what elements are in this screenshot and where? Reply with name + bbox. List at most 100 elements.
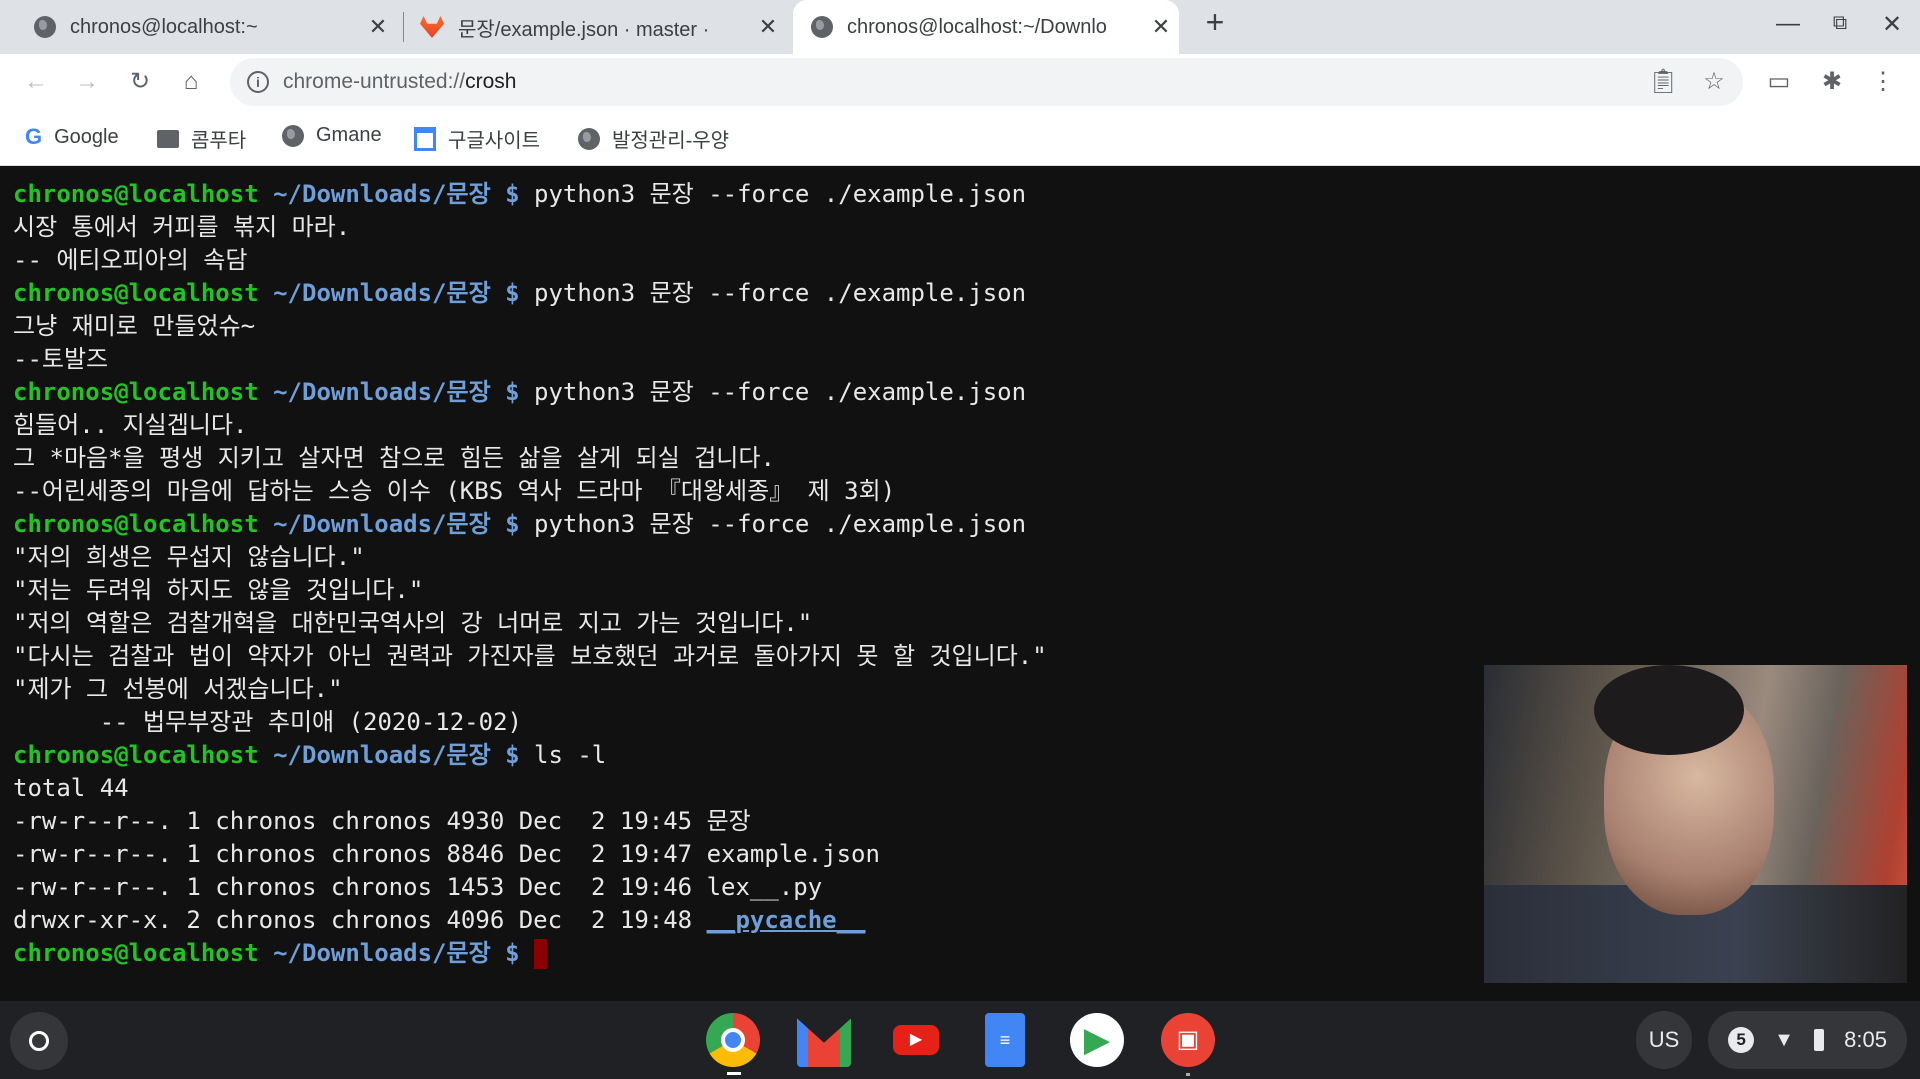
notification-count-badge: 5 [1728, 1027, 1755, 1053]
docs-icon[interactable]: ≡ [985, 1013, 1025, 1067]
minimize-button[interactable]: — [1771, 10, 1805, 38]
prompt-path: ~/Downloads/문장 $ [273, 279, 520, 307]
play-store-icon[interactable]: ▶ [1070, 1013, 1124, 1067]
bookmark-label: Gmane [316, 124, 382, 146]
globe-icon [578, 127, 600, 150]
output-text: 그 *마음*을 평생 지키고 살자면 참으로 힘든 삶을 살게 되실 겁니다. [13, 444, 775, 472]
bookmark-gmane[interactable]: Gmane [282, 124, 382, 147]
output-line: "저의 역할은 검찰개혁을 대한민국역사의 강 너머로 지고 가는 것입니다." [13, 607, 1920, 640]
bookmark-folder[interactable]: 콤푸타 [157, 124, 246, 153]
output-text: "다시는 검찰과 법이 약자가 아닌 권력과 가진자를 보호했던 과거로 돌아가… [13, 642, 1047, 670]
close-tab-icon[interactable]: ✕ [750, 14, 786, 40]
google-icon: G [25, 124, 43, 149]
home-button[interactable]: ⌂ [173, 64, 209, 100]
clipboard-icon[interactable]: 📋︎ [1645, 64, 1681, 100]
tab-terminal-downloads[interactable]: chronos@localhost:~/Downlo ✕ [793, 0, 1179, 54]
output-text: 힘들어.. 지실겝니다. [13, 411, 248, 439]
screencast-icon[interactable]: ▣ [1161, 1013, 1215, 1067]
globe-icon [811, 16, 833, 38]
gitlab-icon [420, 16, 444, 38]
address-bar[interactable]: i chrome-untrusted://crosh 📋︎ ☆ [230, 58, 1743, 106]
bookmark-star-icon[interactable]: ☆ [1696, 64, 1732, 100]
url-text[interactable]: chrome-untrusted://crosh [283, 70, 516, 94]
output-text: -rw-r--r--. 1 chronos chronos 1453 Dec 2… [13, 873, 823, 901]
chrome-icon[interactable] [706, 1013, 760, 1067]
bookmark-balgeong[interactable]: 발정관리-우양 [578, 124, 729, 153]
tab-search-icon[interactable]: ▭ [1761, 64, 1797, 100]
output-line: --토발즈 [13, 343, 1920, 376]
shelf: ▶ ≡ ▶ ▣ US 5 ▼ 8:05 [0, 1001, 1920, 1079]
video-frame-hair [1594, 665, 1744, 755]
output-text: -- 에티오피아의 속담 [13, 246, 248, 274]
youtube-icon[interactable]: ▶ [893, 1025, 939, 1055]
tab-gitlab[interactable]: 문장/example.json · master · ✕ [410, 0, 786, 54]
command-text: python3 문장 --force ./example.json [519, 510, 1027, 538]
globe-icon [34, 16, 56, 38]
bookmark-label: 발정관리-우양 [612, 130, 730, 152]
bookmark-google-sites[interactable]: 구글사이트 [414, 124, 540, 153]
restore-button[interactable]: ⧉ [1823, 12, 1857, 35]
output-line: "저는 두려워 하지도 않을 것입니다." [13, 574, 1920, 607]
output-text: -rw-r--r--. 1 chronos chronos 4930 Dec 2… [13, 807, 751, 835]
tab-terminal-home[interactable]: chronos@localhost:~ ✕ [24, 0, 396, 54]
prompt-user: chronos@localhost [13, 510, 259, 538]
forward-button[interactable]: → [69, 64, 105, 100]
url-host: crosh [465, 70, 517, 93]
info-icon[interactable]: i [247, 71, 269, 93]
extensions-puzzle-icon[interactable]: ✱ [1814, 64, 1850, 100]
prompt-path: ~/Downloads/문장 $ [273, 741, 520, 769]
prompt-line: chronos@localhost ~/Downloads/문장 $ pytho… [13, 508, 1920, 541]
output-text: -rw-r--r--. 1 chronos chronos 8846 Dec 2… [13, 840, 880, 868]
new-tab-button[interactable]: + [1198, 4, 1232, 41]
directory-name: __pycache__ [706, 906, 866, 934]
command-text: python3 문장 --force ./example.json [519, 378, 1027, 406]
output-text: drwxr-xr-x. 2 chronos chronos 4096 Dec 2… [13, 906, 707, 934]
reload-button[interactable]: ↻ [122, 64, 158, 100]
command-text [520, 939, 534, 967]
bookmarks-bar: G Google 콤푸타 Gmane 구글사이트 발정관리-우양 [0, 110, 1920, 166]
gmail-icon[interactable] [797, 1018, 851, 1067]
bookmark-label: 구글사이트 [448, 130, 540, 152]
tab-title: chronos@localhost:~ [70, 15, 258, 38]
picture-in-picture-video[interactable] [1484, 665, 1907, 983]
prompt-path: ~/Downloads/문장 $ [273, 180, 520, 208]
globe-icon [282, 124, 304, 147]
prompt-path: ~/Downloads/문장 $ [273, 510, 520, 538]
status-area[interactable]: 5 ▼ 8:05 [1708, 1011, 1907, 1069]
output-line: 시장 통에서 커피를 볶지 마라. [13, 211, 1920, 244]
prompt-user: chronos@localhost [13, 939, 259, 967]
output-text: "저의 역할은 검찰개혁을 대한민국역사의 강 너머로 지고 가는 것입니다." [13, 609, 813, 637]
bookmark-label: 콤푸타 [191, 130, 247, 152]
folder-icon [157, 129, 179, 148]
output-text: 시장 통에서 커피를 볶지 마라. [13, 213, 351, 241]
close-tab-icon[interactable]: ✕ [1143, 14, 1179, 40]
output-line: 그 *마음*을 평생 지키고 살자면 참으로 힘든 삶을 살게 되실 겁니다. [13, 442, 1920, 475]
output-line: 힘들어.. 지실겝니다. [13, 409, 1920, 442]
command-text: python3 문장 --force ./example.json [519, 180, 1027, 208]
tab-divider [403, 12, 404, 42]
output-text: "저의 희생은 무섭지 않습니다." [13, 543, 365, 571]
menu-icon[interactable]: ⋮ [1865, 64, 1901, 100]
close-window-button[interactable]: ✕ [1875, 10, 1909, 39]
command-text: python3 문장 --force ./example.json [519, 279, 1027, 307]
battery-icon [1814, 1029, 1825, 1051]
close-tab-icon[interactable]: ✕ [360, 14, 396, 40]
output-text: --토발즈 [13, 345, 109, 373]
tab-title: 문장/example.json · master · [458, 18, 710, 41]
bookmark-google[interactable]: G Google [25, 124, 119, 150]
prompt-line: chronos@localhost ~/Downloads/문장 $ pytho… [13, 178, 1920, 211]
output-text: "제가 그 선봉에 서겠습니다." [13, 675, 343, 703]
ime-indicator[interactable]: US [1636, 1011, 1692, 1069]
launcher-button[interactable] [10, 1012, 68, 1070]
back-button[interactable]: ← [18, 64, 54, 100]
toolbar: ← → ↻ ⌂ i chrome-untrusted://crosh 📋︎ ☆ … [0, 54, 1920, 110]
terminal-cursor [534, 939, 547, 969]
output-line: --어린세종의 마음에 답하는 스승 이수 (KBS 역사 드라마 『대왕세종』… [13, 475, 1920, 508]
output-line: "저의 희생은 무섭지 않습니다." [13, 541, 1920, 574]
output-line: 그냥 재미로 만들었슈~ [13, 310, 1920, 343]
clock: 8:05 [1844, 1027, 1887, 1052]
sites-icon [414, 126, 436, 151]
output-line: -- 에티오피아의 속담 [13, 244, 1920, 277]
running-indicator [727, 1072, 741, 1075]
output-text: total 44 [13, 774, 129, 802]
